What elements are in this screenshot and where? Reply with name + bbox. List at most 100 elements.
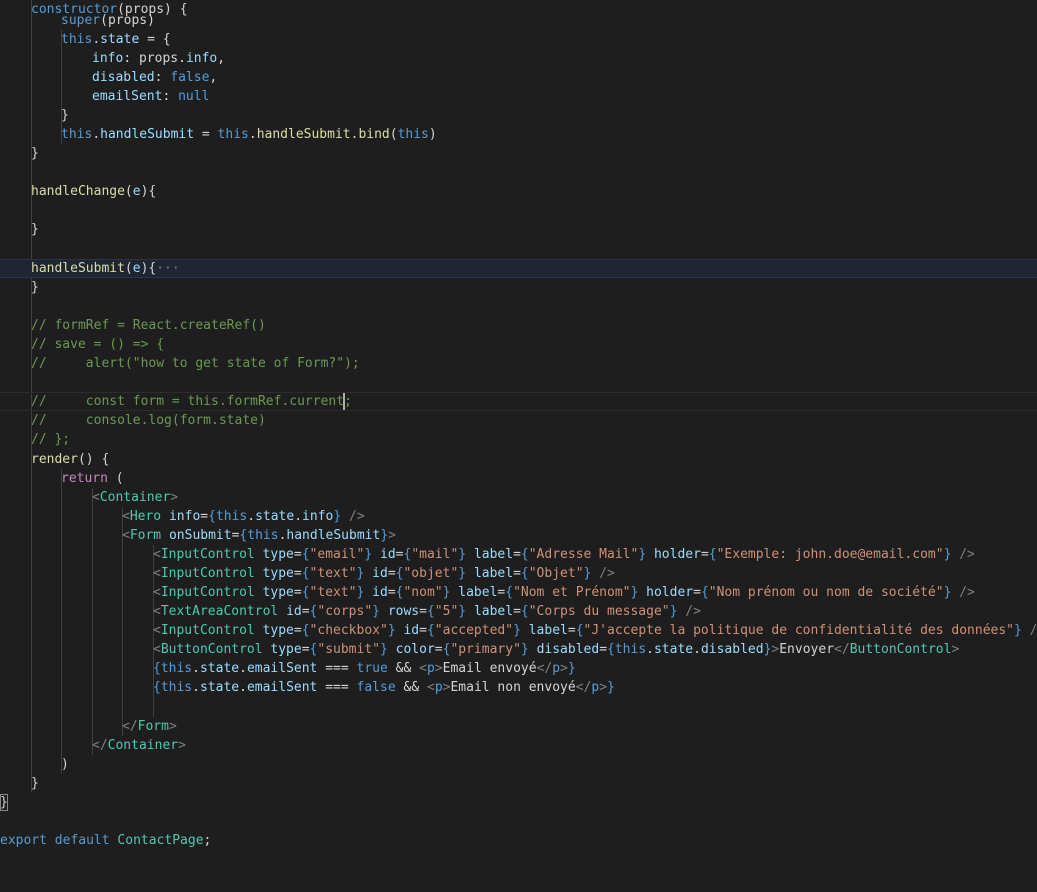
code-line[interactable]: // alert("how to get state of Form?"); [0,354,1037,373]
code-token: type [270,642,302,657]
code-token: /> [599,566,615,581]
code-line[interactable]: // save = () => { [0,335,1037,354]
code-token: "accepted" [434,623,514,638]
code-line[interactable]: return ( [0,469,1037,488]
code-line[interactable]: info: props.info, [0,49,1037,68]
code-line[interactable]: // console.log(form.state) [0,411,1037,430]
code-token: super [61,13,101,28]
code-editor[interactable]: constructor(props) {super(props) this.sta… [0,0,1037,892]
code-token: disabled [700,642,764,657]
code-line[interactable]: } [0,278,1037,297]
code-line[interactable]: emailSent: null [0,87,1037,106]
code-line[interactable]: <InputControl type={"checkbox"} id={"acc… [0,621,1037,640]
code-token: { [700,585,709,600]
fold-ellipsis[interactable]: ··· [156,261,179,276]
code-token: InputControl [160,585,255,600]
code-line[interactable]: <InputControl type={"text"} id={"objet"}… [0,564,1037,583]
code-line-content: <Container> [92,488,178,507]
code-line[interactable]: disabled: false, [0,68,1037,87]
code-token: InputControl [160,547,255,562]
code-line[interactable]: } [0,220,1037,239]
code-line[interactable]: // formRef = React.createRef() [0,316,1037,335]
code-token: type [262,566,294,581]
code-line-content: <TextAreaControl id={"corps"} rows={"5"}… [153,602,701,621]
code-token: label [473,566,514,581]
code-token: = [194,127,218,142]
code-token: { [208,509,216,524]
code-line[interactable]: // const form = this.formRef.current; [0,392,1037,411]
code-token: < [426,680,435,695]
code-line[interactable]: handleChange(e){ [0,182,1037,201]
code-line[interactable]: {this.state.emailSent === false && <p>Em… [0,678,1037,697]
code-token: = { [139,32,171,47]
code-token: Form [129,528,162,543]
code-line[interactable]: } [0,774,1037,793]
code-line[interactable]: <TextAreaControl id={"corps"} rows={"5"}… [0,602,1037,621]
code-line[interactable]: <ButtonControl type={"submit"} color={"p… [0,640,1037,659]
code-token: < [153,623,161,638]
code-token: : [162,89,179,104]
code-line-content: </Form> [122,717,177,736]
code-line-content: {this.state.emailSent === false && <p>Em… [153,678,615,697]
code-line[interactable]: handleSubmit(e){··· [0,259,1037,278]
code-line-content: ) [61,755,69,774]
code-token: state [255,509,295,524]
code-line-content: handleChange(e){ [31,182,156,201]
code-token: state [199,661,240,676]
code-token: { [153,680,161,695]
code-token: ( [124,184,133,199]
code-token: ButtonControl [849,642,952,657]
code-line[interactable]: } [0,144,1037,163]
code-token: ( [389,127,398,142]
code-token: > [178,738,186,753]
code-line[interactable]: this.state = { [0,30,1037,49]
code-token: disabled [536,642,600,657]
code-line[interactable]: export default ContactPage; [0,831,1037,850]
code-token: disabled [92,70,155,85]
code-line[interactable]: <Hero info={this.state.info} /> [0,507,1037,526]
code-line[interactable]: this.handleSubmit = this.handleSubmit.bi… [0,125,1037,144]
code-token: > [434,661,443,676]
code-token: emailSent [246,680,318,695]
code-line[interactable]: super(props) [0,11,1037,30]
code-line[interactable]: <InputControl type={"text"} id={"nom"} l… [0,583,1037,602]
code-line[interactable]: } [0,793,1037,812]
code-token: id [372,585,388,600]
code-token: } [567,661,576,676]
code-line[interactable]: } [0,106,1037,125]
code-line[interactable]: <Form onSubmit={this.handleSubmit}> [0,526,1037,545]
code-token: . [247,509,256,524]
code-line[interactable]: <Container> [0,488,1037,507]
code-token: } [31,146,39,161]
code-line-content: // formRef = React.createRef() [31,316,266,335]
code-line-content: this.state = { [61,30,171,49]
code-line[interactable]: </Container> [0,736,1037,755]
code-token: } [333,509,342,524]
code-line-content: info: props.info, [92,49,225,68]
code-token: "corps" [317,604,373,619]
code-line[interactable]: {this.state.emailSent === true && <p>Ema… [0,659,1037,678]
code-token: { [301,585,310,600]
code-line[interactable]: <InputControl type={"email"} id={"mail"}… [0,545,1037,564]
code-token: info [302,509,334,524]
code-token: . [239,661,247,676]
code-token: return [61,471,108,486]
code-line[interactable]: render() { [0,450,1037,469]
code-token: } [380,528,389,543]
code-token: this [397,127,429,142]
code-line[interactable]: </Form> [0,717,1037,736]
code-line[interactable]: ) [0,755,1037,774]
code-line[interactable]: // }; [0,430,1037,449]
code-token: { [153,661,161,676]
code-token: rows [387,604,420,619]
code-token: "Corps du message" [528,604,670,619]
code-token: "Exemple: john.doe@email.com" [716,547,944,562]
code-token: InputControl [160,566,255,581]
code-line-content: disabled: false, [92,68,217,87]
code-line-content: return ( [61,469,124,488]
